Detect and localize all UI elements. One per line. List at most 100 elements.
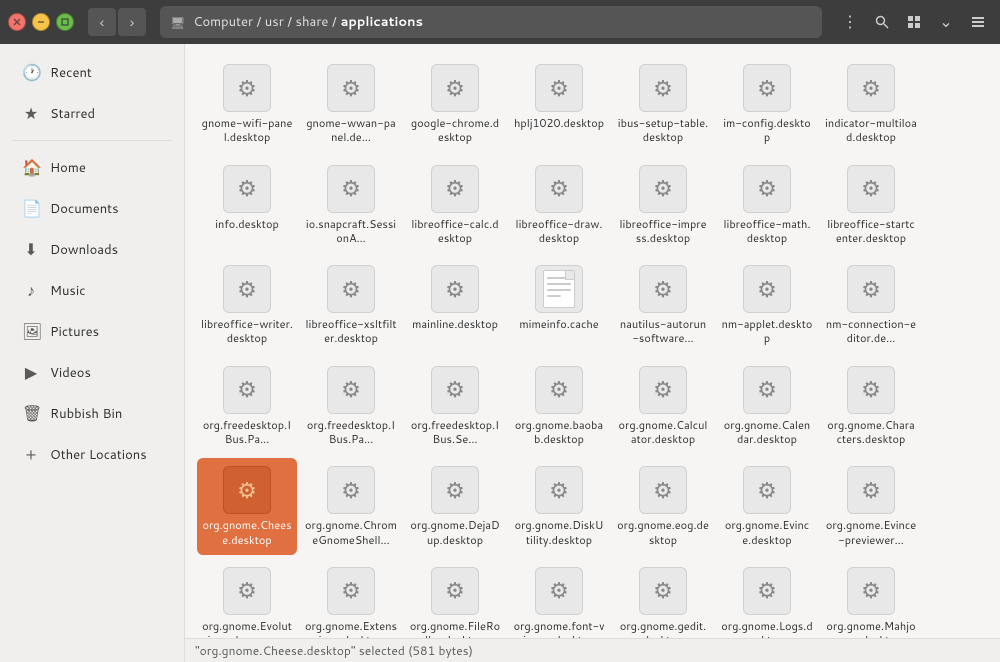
gear-icon: ⚙	[757, 73, 777, 104]
file-name: org.gnome.Evince.desktop	[721, 518, 813, 547]
sidebar-item-rubbish[interactable]: 🗑 Rubbish Bin	[6, 394, 178, 433]
sidebar-item-recent[interactable]: 🕐 Recent	[6, 53, 178, 92]
file-item[interactable]: ⚙ libreoffice-draw.desktop	[509, 157, 609, 254]
file-item[interactable]: ⚙ nm-connection-editor.de...	[821, 257, 921, 354]
file-icon-wrapper: ⚙	[743, 165, 791, 213]
sidebar-item-documents[interactable]: 📄 Documents	[6, 189, 178, 228]
file-name: org.gnome.Extensions.desktop	[305, 619, 397, 638]
file-name: libreoffice-startcenter.desktop	[825, 217, 917, 246]
file-name: hplj1020.desktop	[514, 116, 604, 130]
file-item[interactable]: ⚙ hplj1020.desktop	[509, 56, 609, 153]
file-item[interactable]: ⚙ libreoffice-xsltfilter.desktop	[301, 257, 401, 354]
file-item[interactable]: ⚙ org.freedesktop.IBus.Pa...	[301, 358, 401, 455]
gear-icon: ⚙	[445, 173, 465, 204]
file-item[interactable]: ⚙ info.desktop	[197, 157, 297, 254]
file-item[interactable]: ⚙ indicator-multiload.desktop	[821, 56, 921, 153]
file-item[interactable]: ⚙ org.gnome.font-viewer.desktop	[509, 559, 609, 638]
maximize-button[interactable]	[56, 13, 74, 31]
search-button[interactable]	[868, 8, 896, 36]
file-item[interactable]: ⚙ io.snapcraft.SessionA...	[301, 157, 401, 254]
file-item[interactable]: ⚙ libreoffice-calc.desktop	[405, 157, 505, 254]
file-item[interactable]: ⚙ libreoffice-math.desktop	[717, 157, 817, 254]
more-button[interactable]: ⋮	[836, 8, 864, 36]
sidebar-item-pictures[interactable]: 🖼 Pictures	[6, 312, 178, 351]
file-item[interactable]: ⚙ org.gnome.Characters.desktop	[821, 358, 921, 455]
gear-icon: ⚙	[861, 575, 881, 606]
file-name: indicator-multiload.desktop	[825, 116, 917, 145]
gear-icon: ⚙	[757, 274, 777, 305]
file-name: org.freedesktop.IBus.Pa...	[305, 418, 397, 447]
rubbish-icon: 🗑	[22, 402, 40, 425]
file-item[interactable]: ⚙ org.gnome.Evolution-alarm-no...	[197, 559, 297, 638]
file-item[interactable]: ⚙ org.gnome.Calendar.desktop	[717, 358, 817, 455]
file-item[interactable]: ⚙ org.gnome.Evince-previewer...	[821, 458, 921, 555]
starred-icon: ★	[22, 102, 40, 125]
file-item[interactable]: ⚙ org.gnome.Logs.desktop	[717, 559, 817, 638]
sidebar-item-other[interactable]: + Other Locations	[6, 435, 178, 474]
file-item[interactable]: ⚙ org.gnome.Mahjongg.desktop	[821, 559, 921, 638]
file-item[interactable]: ⚙ im-config.desktop	[717, 56, 817, 153]
sidebar-label-other: Other Locations	[50, 446, 147, 464]
file-item[interactable]: ⚙ gnome-wwan-panel.de...	[301, 56, 401, 153]
file-item[interactable]: ⚙ org.gnome.Calculator.desktop	[613, 358, 713, 455]
file-item[interactable]: ⚙ nm-applet.desktop	[717, 257, 817, 354]
file-item[interactable]: ⚙ org.gnome.DejaDup.desktop	[405, 458, 505, 555]
sidebar-item-downloads[interactable]: ⬇ Downloads	[6, 230, 178, 269]
downloads-icon: ⬇	[22, 238, 40, 261]
file-name: org.gnome.DejaDup.desktop	[409, 518, 501, 547]
file-icon-wrapper: ⚙	[847, 165, 895, 213]
sidebar-label-music: Music	[50, 282, 86, 300]
file-item[interactable]: ⚙ libreoffice-impress.desktop	[613, 157, 713, 254]
file-name: libreoffice-calc.desktop	[409, 217, 501, 246]
file-item[interactable]: ⚙ gnome-wifi-panel.desktop	[197, 56, 297, 153]
sidebar-label-videos: Videos	[50, 364, 91, 382]
file-item[interactable]: ⚙ nautilus-autorun-software...	[613, 257, 713, 354]
gear-icon: ⚙	[445, 274, 465, 305]
file-name: gnome-wifi-panel.desktop	[201, 116, 293, 145]
file-icon-wrapper: ⚙	[431, 265, 479, 313]
sidebar-item-music[interactable]: ♪ Music	[6, 271, 178, 310]
file-name: org.gnome.Calendar.desktop	[721, 418, 813, 447]
file-item[interactable]: ⚙ libreoffice-writer.desktop	[197, 257, 297, 354]
file-name: org.gnome.DiskUtility.desktop	[513, 518, 605, 547]
file-name: org.gnome.font-viewer.desktop	[513, 619, 605, 638]
file-item[interactable]: ⚙ google-chrome.desktop	[405, 56, 505, 153]
file-item[interactable]: ⚙ org.gnome.Evince.desktop	[717, 458, 817, 555]
file-item[interactable]: ⚙ org.gnome.gedit.desktop	[613, 559, 713, 638]
file-name: org.gnome.Cheese.desktop	[201, 518, 293, 547]
file-item[interactable]: ⚙ org.gnome.Extensions.desktop	[301, 559, 401, 638]
back-button[interactable]: ‹	[88, 8, 116, 36]
file-icon-wrapper: ⚙	[535, 567, 583, 615]
file-name: org.gnome.Logs.desktop	[721, 619, 813, 638]
sidebar-item-home[interactable]: 🏠 Home	[6, 148, 178, 187]
view-toggle-button[interactable]	[900, 8, 928, 36]
gear-icon: ⚙	[341, 575, 361, 606]
file-item[interactable]: ⚙ libreoffice-startcenter.desktop	[821, 157, 921, 254]
file-item[interactable]: ⚙ ibus-setup-table.desktop	[613, 56, 713, 153]
sidebar-item-starred[interactable]: ★ Starred	[6, 94, 178, 133]
file-item[interactable]: ⚙ org.gnome.eog.desktop	[613, 458, 713, 555]
file-item[interactable]: mimeinfo.cache	[509, 257, 609, 354]
file-item[interactable]: ⚙ org.freedesktop.IBus.Pa...	[197, 358, 297, 455]
forward-button[interactable]: ›	[118, 8, 146, 36]
file-name: org.freedesktop.IBus.Se...	[409, 418, 501, 447]
videos-icon: ▶	[22, 361, 40, 384]
file-item[interactable]: ⚙ org.gnome.DiskUtility.desktop	[509, 458, 609, 555]
file-item[interactable]: ⚙ org.gnome.ChromeGnomeShell...	[301, 458, 401, 555]
path-bar[interactable]: 🖥 Computer / usr / share / applications	[160, 6, 822, 38]
file-item[interactable]: ⚙ org.gnome.baobab.desktop	[509, 358, 609, 455]
file-item[interactable]: ⚙ org.freedesktop.IBus.Se...	[405, 358, 505, 455]
hamburger-button[interactable]	[964, 8, 992, 36]
file-item[interactable]: ⚙ org.gnome.Cheese.desktop	[197, 458, 297, 555]
file-icon-wrapper: ⚙	[327, 466, 375, 514]
file-name: org.gnome.baobab.desktop	[513, 418, 605, 447]
sidebar-item-videos[interactable]: ▶ Videos	[6, 353, 178, 392]
close-button[interactable]	[8, 13, 26, 31]
gear-icon: ⚙	[341, 73, 361, 104]
file-item[interactable]: ⚙ org.gnome.FileRoller.desktop	[405, 559, 505, 638]
minimize-button[interactable]	[32, 13, 50, 31]
view-chevron-button[interactable]: ⌄	[932, 8, 960, 36]
documents-icon: 📄	[22, 197, 40, 220]
music-icon: ♪	[22, 279, 40, 302]
file-item[interactable]: ⚙ mainline.desktop	[405, 257, 505, 354]
